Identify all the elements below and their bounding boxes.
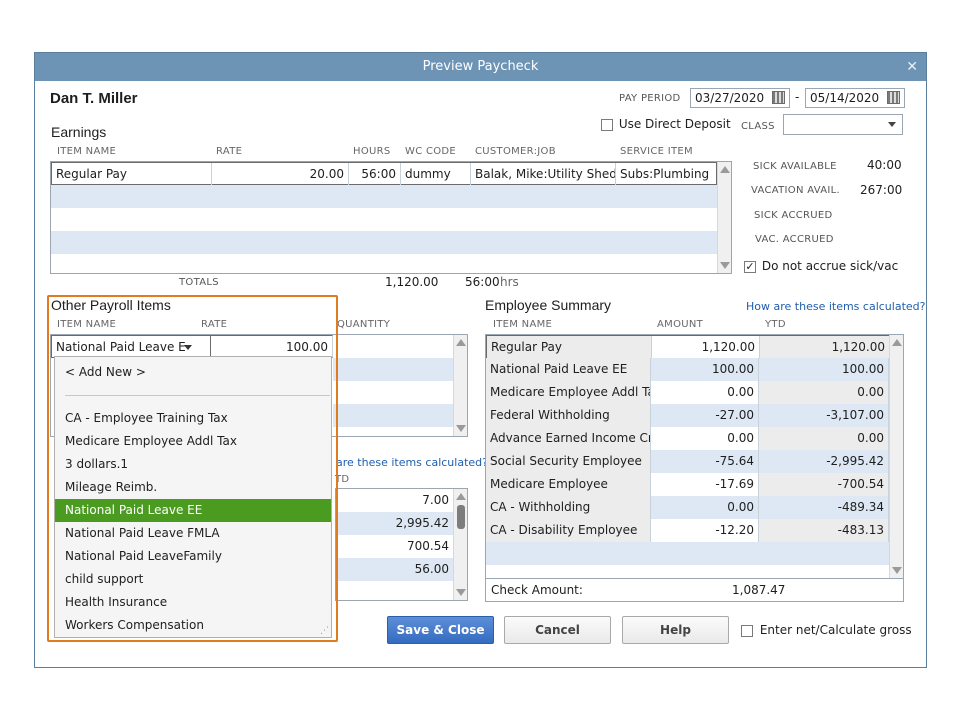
scroll-down-icon[interactable]	[456, 425, 466, 432]
total-hours: 56:00	[465, 275, 500, 289]
pay-period-start[interactable]: 03/27/2020	[690, 88, 790, 108]
check-amount-row: Check Amount: 1,087.47	[485, 579, 904, 602]
col-quantity: QUANTITY	[337, 319, 391, 330]
table-row[interactable]	[333, 404, 453, 427]
chevron-down-icon	[888, 122, 896, 127]
table-row[interactable]: Advance Earned Income Cr... 0.00 0.00	[486, 427, 889, 450]
table-row[interactable]: Federal Withholding -27.00 -3,107.00	[486, 404, 889, 427]
col-wc-code: WC CODE	[405, 146, 457, 157]
table-row[interactable]: Social Security Employee -75.64 -2,995.42	[486, 450, 889, 473]
col-item-name: ITEM NAME	[57, 146, 117, 157]
col-service-item: SERVICE ITEM	[620, 146, 693, 157]
cancel-button[interactable]: Cancel	[504, 616, 611, 644]
table-row[interactable]: 7.00	[336, 489, 453, 512]
col-ytd: YTD	[765, 319, 786, 330]
pay-period-label: PAY PERIOD	[619, 93, 681, 104]
company-scrollbar[interactable]	[453, 489, 467, 600]
table-row[interactable]: 700.54	[336, 535, 453, 558]
scroll-down-icon[interactable]	[720, 262, 730, 269]
scroll-thumb[interactable]	[457, 505, 465, 529]
totals-label: TOTALS	[179, 277, 219, 288]
enter-net-checkbox[interactable]: Enter net/Calculate gross	[741, 623, 912, 637]
col-customer-job: CUSTOMER:JOB	[475, 146, 556, 157]
class-label: CLASS	[741, 121, 775, 132]
vac-accrued-label: VAC. ACCRUED	[755, 234, 834, 245]
table-row[interactable]: CA - Withholding 0.00 -489.34	[486, 496, 889, 519]
table-row[interactable]: National Paid Leave EE 100.00 100.00	[486, 358, 889, 381]
checkbox-icon[interactable]	[741, 624, 753, 637]
employee-name: Dan T. Miller	[50, 90, 138, 107]
earnings-scrollbar[interactable]	[717, 162, 731, 273]
table-row[interactable]: Regular Pay 20.00 56:00 dummy Balak, Mik…	[51, 162, 717, 186]
table-row[interactable]	[486, 542, 889, 565]
class-select[interactable]	[783, 114, 903, 135]
vacation-avail-label: VACATION AVAIL.	[751, 185, 840, 196]
title-bar: Preview Paycheck ✕	[35, 53, 926, 81]
table-row[interactable]: Regular Pay 1,120.00 1,120.00	[486, 335, 890, 359]
check-amount-value: 1,087.47	[732, 583, 786, 597]
table-row[interactable]: Medicare Employee Addl Tax 0.00 0.00	[486, 381, 889, 404]
table-row[interactable]	[333, 358, 453, 381]
period-dash: -	[795, 90, 800, 104]
employee-summary-title: Employee Summary	[485, 297, 612, 313]
col-rate: RATE	[216, 146, 243, 157]
col-hours: HOURS	[353, 146, 391, 157]
scroll-up-icon[interactable]	[892, 339, 902, 346]
sick-available-label: SICK AVAILABLE	[753, 161, 837, 172]
total-amount: 1,120.00	[385, 275, 439, 289]
col-amount: AMOUNT	[657, 319, 704, 330]
help-button[interactable]: Help	[622, 616, 729, 644]
employee-scrollbar[interactable]	[889, 335, 903, 578]
no-accrue-checkbox[interactable]: Do not accrue sick/vac	[744, 259, 898, 273]
window-title: Preview Paycheck	[422, 59, 539, 74]
earnings-grid: Regular Pay 20.00 56:00 dummy Balak, Mik…	[50, 161, 732, 274]
table-row[interactable]: 2,995.42	[336, 512, 453, 535]
col-item-name: ITEM NAME	[493, 319, 553, 330]
calendar-icon[interactable]	[887, 91, 900, 104]
pay-period-end[interactable]: 05/14/2020	[805, 88, 905, 108]
scroll-up-icon[interactable]	[720, 166, 730, 173]
vacation-avail-value: 267:00	[860, 183, 903, 197]
company-summary-grid: 7.00 2,995.42 700.54 56.00	[335, 488, 468, 601]
checkbox-icon[interactable]	[744, 260, 756, 273]
hrs-unit: hrs	[500, 275, 519, 289]
scroll-up-icon[interactable]	[456, 339, 466, 346]
sick-available-value: 40:00	[867, 158, 902, 172]
other-payroll-scrollbar[interactable]	[453, 335, 467, 436]
checkbox-icon[interactable]	[601, 118, 613, 131]
scroll-up-icon[interactable]	[456, 493, 466, 500]
table-row[interactable]: Medicare Employee -17.69 -700.54	[486, 473, 889, 496]
scroll-down-icon[interactable]	[456, 589, 466, 596]
employee-calc-link[interactable]: How are these items calculated?	[746, 300, 925, 313]
company-calc-link[interactable]: are these items calculated?	[336, 456, 488, 469]
earnings-title: Earnings	[51, 124, 107, 140]
table-row[interactable]	[51, 231, 717, 254]
save-close-button[interactable]: Save & Close	[387, 616, 494, 644]
direct-deposit-checkbox[interactable]: Use Direct Deposit	[601, 117, 731, 131]
calendar-icon[interactable]	[772, 91, 785, 104]
scroll-down-icon[interactable]	[892, 567, 902, 574]
table-row[interactable]	[51, 208, 717, 231]
table-row[interactable]: 56.00	[336, 558, 453, 581]
close-icon[interactable]: ✕	[906, 53, 918, 81]
employee-summary-grid: Regular Pay 1,120.00 1,120.00 National Paid…	[485, 334, 904, 579]
highlight-box	[47, 295, 338, 642]
check-amount-label: Check Amount:	[491, 583, 583, 597]
table-row[interactable]: CA - Disability Employee -12.20 -483.13	[486, 519, 889, 542]
table-row[interactable]	[51, 185, 717, 208]
sick-accrued-label: SICK ACCRUED	[754, 210, 833, 221]
